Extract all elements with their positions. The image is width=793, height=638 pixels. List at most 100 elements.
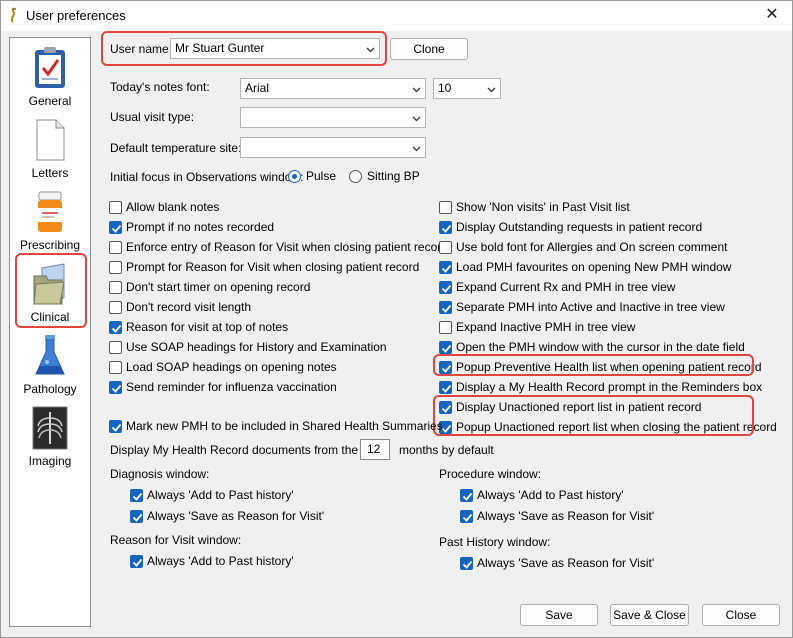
checkbox-item[interactable]: Open the PMH window with the cursor in t… bbox=[439, 339, 745, 355]
checkbox-box bbox=[109, 320, 122, 334]
checkbox-box bbox=[439, 340, 452, 354]
font-size-select[interactable]: 10 bbox=[433, 78, 501, 99]
sidebar-item-clinical[interactable]: Clinical bbox=[10, 258, 90, 324]
flask-icon bbox=[35, 335, 65, 375]
checkbox-item[interactable]: Always 'Add to Past history' bbox=[130, 553, 294, 569]
checkbox-item[interactable]: Always 'Add to Past history' bbox=[130, 487, 294, 503]
checkbox-box bbox=[130, 488, 143, 502]
checkbox-item[interactable]: Prompt for Reason for Visit when closing… bbox=[109, 259, 419, 275]
checkbox-label: Display Unactioned report list in patien… bbox=[456, 400, 702, 414]
checkbox-item[interactable]: Send reminder for influenza vaccination bbox=[109, 379, 337, 395]
checkbox-box bbox=[109, 260, 122, 274]
temperature-select[interactable] bbox=[240, 137, 426, 158]
checkbox-label: Always 'Save as Reason for Visit' bbox=[477, 509, 655, 523]
folder-icon bbox=[33, 263, 65, 305]
procedure-window-title: Procedure window: bbox=[439, 467, 542, 481]
checkbox-item[interactable]: Allow blank notes bbox=[109, 199, 219, 215]
checkbox-item[interactable]: Expand Current Rx and PMH in tree view bbox=[439, 279, 675, 295]
checkbox-box bbox=[130, 509, 143, 523]
radio-pulse[interactable]: Pulse bbox=[288, 169, 336, 183]
checkbox-box bbox=[439, 260, 452, 274]
checkbox-item[interactable]: Display Unactioned report list in patien… bbox=[439, 399, 701, 415]
checkbox-box bbox=[109, 220, 122, 234]
checkbox-label: Separate PMH into Active and Inactive in… bbox=[456, 300, 725, 314]
checkbox-item[interactable]: Expand Inactive PMH in tree view bbox=[439, 319, 635, 335]
checkbox-item[interactable]: Always 'Add to Past history' bbox=[460, 487, 624, 503]
checkbox-item[interactable]: Use SOAP headings for History and Examin… bbox=[109, 339, 387, 355]
checkbox-label: Always 'Save as Reason for Visit' bbox=[477, 556, 655, 570]
xray-icon bbox=[32, 406, 68, 450]
checkbox-label: Always 'Save as Reason for Visit' bbox=[147, 509, 325, 523]
checkbox-item[interactable]: Don't start timer on opening record bbox=[109, 279, 310, 295]
shared-health-checkbox[interactable]: Mark new PMH to be included in Shared He… bbox=[109, 418, 443, 434]
checkbox-item[interactable]: Use bold font for Allergies and On scree… bbox=[439, 239, 727, 255]
checkbox-box bbox=[439, 200, 452, 214]
checkbox-box bbox=[109, 380, 122, 394]
temperature-label: Default temperature site: bbox=[110, 141, 242, 155]
sidebar-item-letters[interactable]: Letters bbox=[10, 114, 90, 180]
checkbox-box bbox=[109, 280, 122, 294]
checkbox-item[interactable]: Always 'Save as Reason for Visit' bbox=[460, 508, 654, 524]
sidebar-item-prescribing[interactable]: Prescribing bbox=[10, 186, 90, 252]
past-history-window-title: Past History window: bbox=[439, 535, 551, 549]
sidebar-item-label: Clinical bbox=[30, 310, 70, 324]
checkbox-item[interactable]: Separate PMH into Active and Inactive in… bbox=[439, 299, 725, 315]
radio-sitting-bp[interactable]: Sitting BP bbox=[349, 169, 420, 183]
checkbox-label: Popup Preventive Health list when openin… bbox=[456, 360, 762, 374]
checkbox-label: Expand Inactive PMH in tree view bbox=[456, 320, 636, 334]
checkbox-item[interactable]: Prompt if no notes recorded bbox=[109, 219, 274, 235]
checkbox-item[interactable]: Load PMH favourites on opening New PMH w… bbox=[439, 259, 731, 275]
checkbox-label: Open the PMH window with the cursor in t… bbox=[456, 340, 745, 354]
close-window-icon[interactable]: ✕ bbox=[752, 1, 792, 31]
checkbox-box bbox=[439, 400, 452, 414]
sidebar-item-label: Pathology bbox=[23, 382, 77, 396]
sidebar-item-general[interactable]: General bbox=[10, 42, 90, 108]
checkbox-box bbox=[439, 220, 452, 234]
checkbox-box bbox=[109, 300, 122, 314]
checkbox-item[interactable]: Popup Unactioned report list when closin… bbox=[439, 419, 777, 435]
save-close-button[interactable]: Save & Close bbox=[610, 604, 689, 626]
save-button[interactable]: Save bbox=[520, 604, 598, 626]
sidebar-item-pathology[interactable]: Pathology bbox=[10, 330, 90, 396]
checkbox-item[interactable]: Popup Preventive Health list when openin… bbox=[439, 359, 762, 375]
checkbox-label: Prompt if no notes recorded bbox=[126, 220, 275, 234]
sidebar-item-imaging[interactable]: Imaging bbox=[10, 402, 90, 468]
close-button[interactable]: Close bbox=[702, 604, 780, 626]
font-size-value: 10 bbox=[438, 81, 452, 95]
checkbox-item[interactable]: Always 'Save as Reason for Visit' bbox=[130, 508, 324, 524]
checkbox-box bbox=[130, 554, 143, 568]
checkbox-item[interactable]: Display Outstanding requests in patient … bbox=[439, 219, 702, 235]
sidebar-item-label: Prescribing bbox=[19, 238, 81, 252]
checkbox-item[interactable]: Display a My Health Record prompt in the… bbox=[439, 379, 762, 395]
clone-button[interactable]: Clone bbox=[390, 38, 468, 60]
checkbox-item[interactable]: Show 'Non visits' in Past Visit list bbox=[439, 199, 630, 215]
user-preferences-window: User preferences ✕ General Letters Presc… bbox=[0, 0, 793, 638]
chevron-down-icon bbox=[487, 87, 496, 93]
user-name-label: User name: bbox=[110, 42, 173, 56]
radio-sitting-bp-label: Sitting BP bbox=[367, 169, 420, 183]
window-title: User preferences bbox=[26, 8, 126, 23]
title-bar: User preferences ✕ bbox=[1, 1, 792, 31]
months-input[interactable]: 12 bbox=[360, 439, 390, 460]
visit-type-select[interactable] bbox=[240, 107, 426, 128]
radio-dot bbox=[288, 169, 301, 183]
checkbox-item[interactable]: Always 'Save as Reason for Visit' bbox=[460, 555, 654, 571]
checkbox-item[interactable]: Don't record visit length bbox=[109, 299, 251, 315]
checkbox-box bbox=[439, 240, 452, 254]
user-name-value: Mr Stuart Gunter bbox=[175, 41, 265, 55]
chevron-down-icon bbox=[412, 116, 421, 122]
clipboard-check-icon bbox=[35, 47, 65, 88]
checkbox-item[interactable]: Enforce entry of Reason for Visit when c… bbox=[109, 239, 448, 255]
user-name-select[interactable]: Mr Stuart Gunter bbox=[170, 38, 380, 59]
font-family-value: Arial bbox=[245, 81, 270, 95]
checkbox-label: Prompt for Reason for Visit when closing… bbox=[126, 260, 420, 274]
checkbox-item[interactable]: Load SOAP headings on opening notes bbox=[109, 359, 337, 375]
checkbox-item[interactable]: Reason for visit at top of notes bbox=[109, 319, 288, 335]
font-family-select[interactable]: Arial bbox=[240, 78, 426, 99]
checkbox-label: Show 'Non visits' in Past Visit list bbox=[456, 200, 630, 214]
pill-bottle-icon bbox=[38, 191, 62, 232]
checkbox-label: Load PMH favourites on opening New PMH w… bbox=[456, 260, 732, 274]
checkbox-box bbox=[439, 320, 452, 334]
checkbox-label: Expand Current Rx and PMH in tree view bbox=[456, 280, 676, 294]
sidebar-item-label: Letters bbox=[31, 166, 69, 180]
